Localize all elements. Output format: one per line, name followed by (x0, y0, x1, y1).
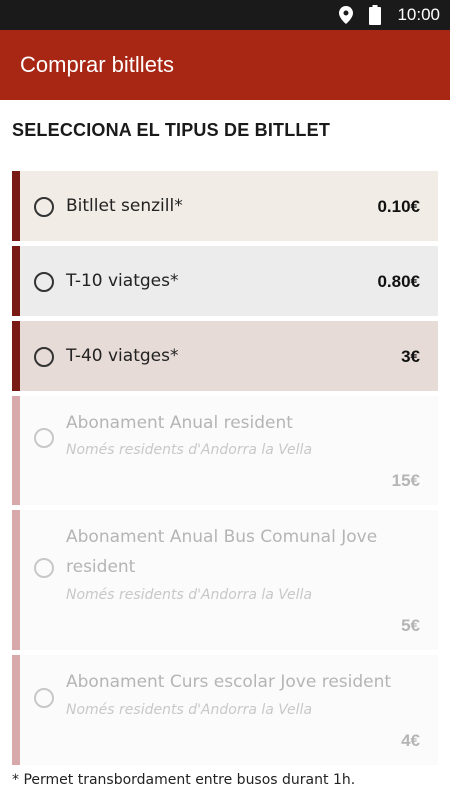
ticket-price: 15€ (391, 471, 420, 490)
ticket-subtitle: Només residents d'Andorra la Vella (66, 442, 313, 458)
ticket-price: 3€ (401, 347, 420, 366)
ticket-name: Abonament Anual resident (66, 413, 293, 433)
radio-button[interactable] (34, 558, 54, 578)
radio-button[interactable] (34, 347, 54, 367)
ticket-subtitle: Només residents d'Andorra la Vella (66, 702, 313, 718)
ticket-name: Bitllet senzill* (66, 196, 183, 216)
radio-button[interactable] (34, 197, 54, 217)
ticket-option-abonament-anual[interactable]: Abonament Anual resident Només residents… (12, 396, 438, 505)
clock-time: 10:00 (397, 5, 440, 24)
ticket-price: 0.80€ (377, 272, 420, 291)
page-title: Comprar bitllets (20, 52, 175, 77)
status-bar: 10:00 (0, 0, 450, 30)
location-icon (339, 6, 354, 24)
section-title: SELECCIONA EL TIPUS DE BITLLET (12, 120, 331, 140)
ticket-name: T-10 viatges* (66, 271, 179, 291)
radio-button[interactable] (34, 428, 54, 448)
ticket-accent-bar (12, 396, 20, 505)
ticket-accent-bar (12, 321, 20, 391)
footnote: * Permet transbordament entre busos dura… (12, 772, 356, 788)
ticket-option-abonament-curs-escolar-jove[interactable]: Abonament Curs escolar Jove resident Nom… (12, 655, 438, 765)
ticket-option-abonament-anual-bus-comunal-jove[interactable]: Abonament Anual Bus Comunal Jove residen… (12, 510, 438, 650)
radio-button[interactable] (34, 272, 54, 292)
ticket-accent-bar (12, 171, 20, 241)
ticket-accent-bar (12, 510, 20, 650)
ticket-accent-bar (12, 246, 20, 316)
ticket-price: 5€ (401, 616, 420, 635)
ticket-price: 4€ (401, 731, 420, 750)
battery-icon (369, 5, 382, 25)
ticket-accent-bar (12, 655, 20, 765)
ticket-name: Abonament Curs escolar Jove resident (66, 672, 392, 692)
ticket-name: T-40 viatges* (66, 346, 179, 366)
ticket-option-bitllet-senzill[interactable]: Bitllet senzill* 0.10€ (12, 171, 438, 241)
app-bar: Comprar bitllets (0, 30, 450, 100)
ticket-price: 0.10€ (377, 197, 420, 216)
ticket-subtitle: Només residents d'Andorra la Vella (66, 587, 313, 603)
radio-button[interactable] (34, 688, 54, 708)
ticket-option-t40[interactable]: T-40 viatges* 3€ (12, 321, 438, 391)
ticket-name: Abonament Anual Bus Comunal Jove residen… (66, 527, 378, 577)
ticket-option-t10[interactable]: T-10 viatges* 0.80€ (12, 246, 438, 316)
